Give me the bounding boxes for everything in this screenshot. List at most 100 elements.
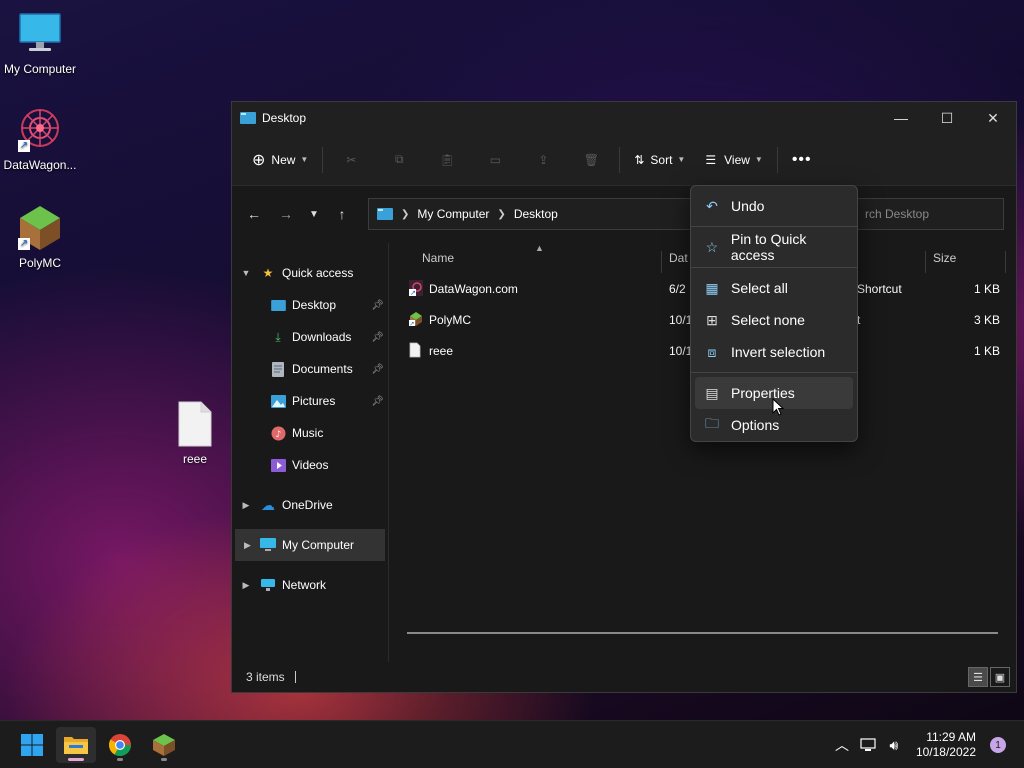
forward-button[interactable]: → [270,198,302,230]
share-button[interactable]: ⇪ [519,144,567,176]
notification-badge[interactable]: 1 [990,737,1006,753]
nav-network[interactable]: ▶ Network [232,569,388,601]
column-divider[interactable] [925,251,926,273]
text-file-icon [171,400,219,448]
search-input[interactable]: rch Desktop [854,198,1004,230]
clipboard-icon: 📋︎ [439,152,455,167]
start-button[interactable] [12,727,52,763]
file-date: 10/1 [669,313,693,327]
nav-label: Videos [292,458,329,472]
menu-label: Select all [731,280,788,296]
svg-text:↗: ↗ [410,321,415,328]
monitor-icon [260,537,276,553]
nav-label: Documents [292,362,353,376]
menu-label: Invert selection [731,344,826,360]
menu-item-pin-quick-access[interactable]: ☆ Pin to Quick access [695,231,853,263]
share-icon: ⇪ [538,152,549,167]
mouse-cursor-icon [772,398,784,416]
list-icon: ☰ [973,671,983,684]
menu-label: Select none [731,312,805,328]
desktop-icon-polymc[interactable]: ↗ PolyMC [0,204,80,270]
trash-icon: 🗑︎ [583,152,599,167]
nav-documents[interactable]: Documents 📌︎ [232,353,388,385]
sort-arrows-icon: ⇅ [634,152,645,167]
delete-button[interactable]: 🗑︎ [567,144,615,176]
chevron-up-icon[interactable]: ︿ [830,733,854,757]
cut-button[interactable]: ✂ [327,144,375,176]
column-divider[interactable] [661,251,662,273]
nav-my-computer[interactable]: ▶ My Computer [235,529,385,561]
monitor-icon [16,10,64,58]
minimize-button[interactable]: — [878,102,924,134]
file-date: 6/2 [669,282,686,296]
nav-quick-access[interactable]: ▼ ★ Quick access [232,257,388,289]
volume-icon[interactable]: 🔊︎ [882,733,906,757]
column-name[interactable]: Name [422,251,454,265]
copy-button[interactable]: ⧉ [375,144,423,176]
pin-icon: 📌︎ [371,299,384,311]
document-icon [270,361,286,377]
close-button[interactable]: ✕ [970,102,1016,134]
breadcrumb-my-computer[interactable]: My Computer [417,207,489,221]
desktop-icon-my-computer[interactable]: My Computer [0,10,80,76]
nav-pictures[interactable]: Pictures 📌︎ [232,385,388,417]
new-button[interactable]: ⊕ New ▼ [242,144,318,176]
desktop-icon-reee[interactable]: reee [155,400,235,466]
up-button[interactable]: ↑ [326,198,358,230]
menu-item-invert-selection[interactable]: ⧈ Invert selection [695,336,853,368]
window-title: Desktop [262,111,307,125]
column-date[interactable]: Dat [669,251,688,265]
taskbar-file-explorer[interactable] [56,727,96,763]
details-view-button[interactable]: ☰ [968,667,988,687]
clock[interactable]: 11:29 AM 10/18/2022 [916,730,976,760]
nav-label: OneDrive [282,498,333,512]
menu-item-select-all[interactable]: ▦ Select all [695,272,853,304]
network-status-icon[interactable] [856,733,880,757]
back-button[interactable]: ← [238,198,270,230]
horizontal-scrollbar[interactable] [407,632,998,634]
sort-button[interactable]: ⇅ Sort ▼ [624,144,695,176]
menu-divider [691,226,857,227]
maximize-button[interactable]: ☐ [924,102,970,134]
nav-downloads[interactable]: ⤓ Downloads 📌︎ [232,321,388,353]
menu-item-select-none[interactable]: ⊞ Select none [695,304,853,336]
toolbar-divider [619,146,621,173]
breadcrumb-desktop[interactable]: Desktop [514,207,558,221]
rename-icon: ▭ [489,152,502,167]
file-size: 1 KB [973,344,1000,358]
menu-label: Pin to Quick access [730,231,807,263]
toolbar-divider [322,146,324,173]
menu-item-undo[interactable]: ↶ Undo [695,190,853,222]
column-divider[interactable] [1005,251,1006,273]
pictures-icon [270,393,286,409]
desktop-icon-datawagon[interactable]: ↗ DataWagon... [0,106,80,172]
file-type: Shortcut [857,282,902,296]
chevron-right-icon: ▶ [244,539,251,550]
column-size[interactable]: Size [933,251,956,265]
view-button[interactable]: ☰ View ▼ [695,144,772,176]
new-label: New [271,152,296,167]
taskbar-polymc[interactable] [144,727,184,763]
nav-desktop[interactable]: Desktop 📌︎ [232,289,388,321]
nav-label: Music [292,426,324,440]
rename-button[interactable]: ▭ [471,144,519,176]
paste-button[interactable]: 📋︎ [423,144,471,176]
nav-onedrive[interactable]: ▶ ☁ OneDrive [232,489,388,521]
recent-locations-button[interactable]: ▼ [302,198,326,230]
more-options-button[interactable]: ••• [782,144,822,176]
taskbar-chrome[interactable] [100,727,140,763]
nav-music[interactable]: ♪ Music [232,417,388,449]
copy-icon: ⧉ [395,152,404,166]
file-name: DataWagon.com [429,282,518,296]
windows-logo-icon [21,734,43,756]
view-lines-icon: ☰ [705,152,717,167]
tiles-icon: ▣ [994,671,1006,684]
nav-videos[interactable]: Videos [232,449,388,481]
title-bar[interactable]: Desktop — ☐ ✕ [232,102,1016,134]
menu-label: Undo [731,198,765,214]
desktop-folder-icon [377,208,393,220]
breadcrumb-separator: ❯ [401,208,410,220]
polymc-logo-icon: ↗ [16,204,64,252]
taskbar: ︿ 🔊︎ 11:29 AM 10/18/2022 1 [0,720,1024,768]
tiles-view-button[interactable]: ▣ [990,667,1010,687]
